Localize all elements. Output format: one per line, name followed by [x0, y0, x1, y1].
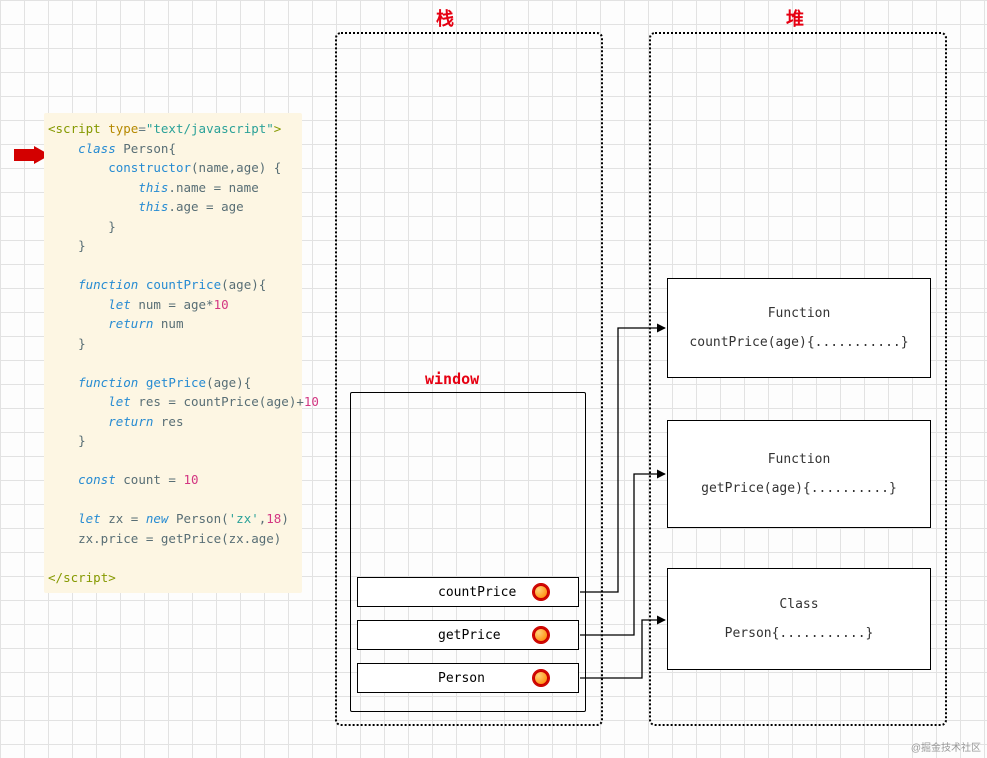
- watermark: @掘金技术社区: [911, 739, 981, 754]
- connector-lines: [0, 0, 987, 758]
